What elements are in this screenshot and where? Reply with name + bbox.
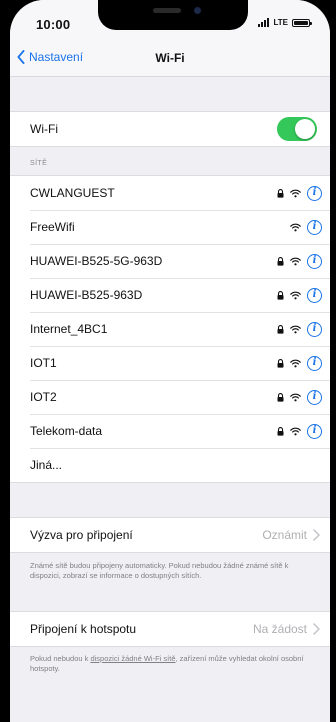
network-name: CWLANGUEST [30, 186, 115, 200]
ask-to-join-label: Výzva pro připojení [30, 528, 133, 542]
wifi-toggle-label: Wi-Fi [30, 122, 58, 136]
wifi-signal-icon [290, 291, 301, 300]
phone-frame: 10:00 LTE Nastavení Wi-Fi Wi-Fi SÍTĚ CWL… [0, 0, 336, 722]
network-name: IOT2 [30, 390, 57, 404]
network-status-icons: i [277, 185, 322, 201]
hotspot-row[interactable]: Připojení k hotspotu Na žádost [10, 612, 330, 646]
lock-icon [277, 188, 284, 198]
network-status-icons: i [290, 219, 322, 235]
hotspot-group: Připojení k hotspotu Na žádost [10, 611, 330, 647]
network-row[interactable]: IOT2 i [10, 380, 330, 414]
network-row[interactable]: CWLANGUEST i [10, 176, 330, 210]
info-icon[interactable]: i [307, 185, 322, 201]
lock-icon [277, 358, 284, 368]
battery-icon [292, 18, 312, 27]
network-name: IOT1 [30, 356, 57, 370]
info-icon[interactable]: i [307, 423, 322, 439]
network-row[interactable]: HUAWEI-B525-5G-963D i [10, 244, 330, 278]
network-status-icons: i [277, 253, 322, 269]
page-title: Wi-Fi [155, 51, 185, 65]
toggle-knob [295, 119, 315, 139]
chevron-right-icon [313, 623, 320, 635]
network-name: Internet_4BC1 [30, 322, 108, 336]
hotspot-label: Připojení k hotspotu [30, 622, 137, 636]
network-row[interactable]: IOT1 i [10, 346, 330, 380]
network-status-icons: i [277, 423, 322, 439]
network-status-icons: i [277, 389, 322, 405]
ask-to-join-row[interactable]: Výzva pro připojení Oznámit [10, 518, 330, 552]
wifi-signal-icon [290, 427, 301, 436]
hotspot-footnote-prefix: Pokud nebudou k [30, 654, 91, 663]
wifi-signal-icon [290, 223, 301, 232]
other-network-row[interactable]: Jiná... [10, 448, 330, 482]
network-name: HUAWEI-B525-5G-963D [30, 254, 163, 268]
signal-icon [258, 18, 270, 27]
wifi-toggle-row: Wi-Fi [10, 112, 330, 146]
ask-to-join-value: Oznámit [262, 528, 307, 542]
info-icon[interactable]: i [307, 389, 322, 405]
lock-icon [277, 392, 284, 402]
networks-section-header: SÍTĚ [30, 160, 48, 167]
wifi-signal-icon [290, 393, 301, 402]
chevron-right-icon [313, 529, 320, 541]
navigation-bar: Nastavení Wi-Fi [10, 40, 330, 77]
network-status-icons: i [277, 287, 322, 303]
info-icon[interactable]: i [307, 253, 322, 269]
network-row[interactable]: FreeWifi i [10, 210, 330, 244]
network-status-icons: i [277, 321, 322, 337]
ask-to-join-footnote: Známé sítě budou připojeny automaticky. … [30, 561, 289, 580]
wifi-signal-icon [290, 189, 301, 198]
screen: 10:00 LTE Nastavení Wi-Fi Wi-Fi SÍTĚ CWL… [10, 0, 330, 722]
network-status-icons: i [277, 355, 322, 371]
lock-icon [277, 426, 284, 436]
wifi-toggle-switch[interactable] [277, 117, 317, 141]
lock-icon [277, 324, 284, 334]
speaker-grille [153, 8, 181, 13]
status-indicators: LTE [258, 18, 312, 27]
lock-icon [277, 256, 284, 266]
network-row[interactable]: Internet_4BC1 i [10, 312, 330, 346]
info-icon[interactable]: i [307, 219, 322, 235]
network-name: FreeWifi [30, 220, 75, 234]
wifi-signal-icon [290, 359, 301, 368]
hotspot-value: Na žádost [252, 622, 307, 636]
network-name: Telekom-data [30, 424, 103, 438]
network-name: HUAWEI-B525-963D [30, 288, 143, 302]
network-type-label: LTE [273, 18, 288, 27]
lock-icon [277, 290, 284, 300]
wifi-signal-icon [290, 257, 301, 266]
notch [98, 0, 248, 30]
status-bar: 10:00 LTE [10, 0, 330, 40]
network-row[interactable]: Telekom-data i [10, 414, 330, 448]
front-camera [194, 7, 201, 14]
wifi-toggle-group: Wi-Fi [10, 111, 330, 147]
info-icon[interactable]: i [307, 355, 322, 371]
network-row[interactable]: HUAWEI-B525-963D i [10, 278, 330, 312]
info-icon[interactable]: i [307, 287, 322, 303]
wifi-signal-icon [290, 325, 301, 334]
hotspot-footnote-link: dispozici žádné Wi-Fi sítě [90, 654, 176, 663]
ask-to-join-group: Výzva pro připojení Oznámit [10, 517, 330, 553]
other-network-label: Jiná... [30, 458, 63, 472]
networks-list: CWLANGUEST i FreeWifi i HUAWEI-B525-5G-963D i… [10, 175, 330, 483]
hotspot-footnote: Pokud nebudou k dispozici žádné Wi-Fi sí… [10, 647, 330, 674]
status-time: 10:00 [36, 17, 71, 32]
info-icon[interactable]: i [307, 321, 322, 337]
